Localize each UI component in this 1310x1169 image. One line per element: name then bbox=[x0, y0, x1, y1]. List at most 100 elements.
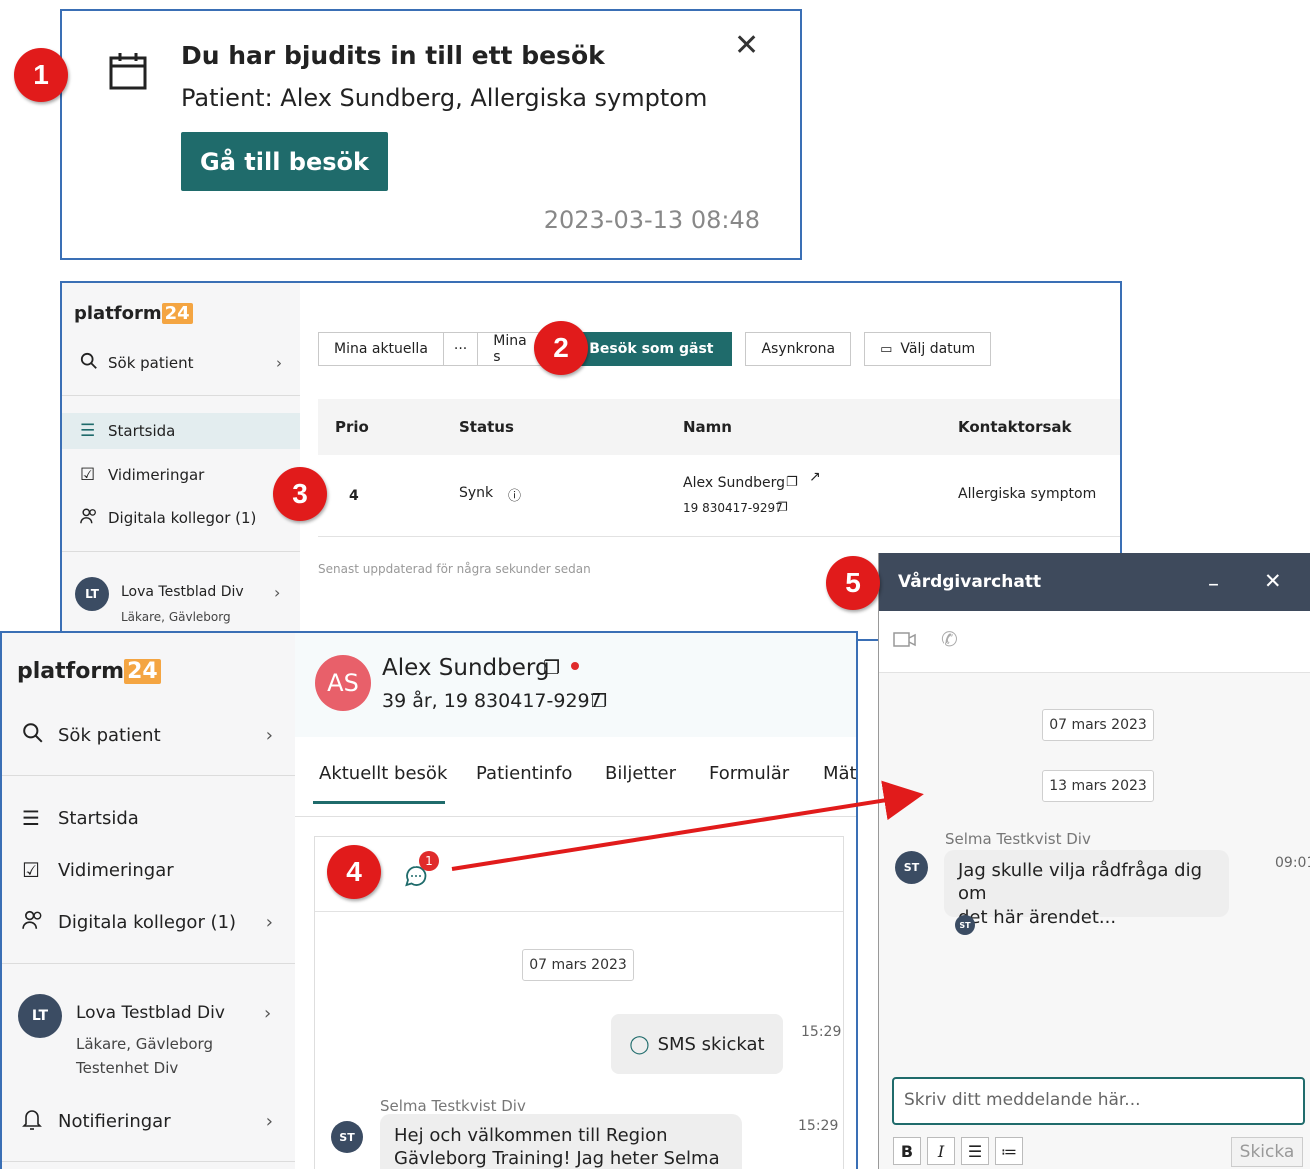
search-icon bbox=[80, 352, 108, 375]
bold-button[interactable]: B bbox=[893, 1137, 921, 1165]
tab-patientinfo[interactable]: Patientinfo bbox=[476, 763, 572, 784]
patient-details: 39 år, 19 830417-9297 bbox=[382, 690, 602, 712]
row-name[interactable]: Alex Sundberg bbox=[683, 475, 785, 491]
row-pnr: 19 830417-9297 bbox=[683, 501, 783, 515]
search-icon bbox=[22, 722, 58, 749]
sidebar-item-label: Startsida bbox=[108, 422, 176, 440]
sms-sent-notice: ◯ SMS skickat bbox=[611, 1014, 783, 1074]
message-time: 15:29 bbox=[801, 1024, 842, 1040]
search-patient-label: Sök patient bbox=[58, 724, 161, 746]
sms-sent-label: SMS skickat bbox=[657, 1033, 765, 1055]
message-time: 15:29 bbox=[798, 1118, 839, 1134]
numbered-list-icon[interactable]: ≔ bbox=[995, 1137, 1023, 1165]
column-header-namn[interactable]: Namn bbox=[683, 418, 732, 436]
patient-name: Alex Sundberg bbox=[382, 655, 550, 681]
message-line: det här ärendet... bbox=[958, 906, 1117, 928]
copy-icon[interactable]: ❐ bbox=[786, 475, 798, 490]
patient-avatar: AS bbox=[315, 655, 371, 711]
user-role: Läkare, Gävleborg bbox=[121, 610, 231, 624]
divider bbox=[2, 775, 295, 776]
colleagues-icon bbox=[22, 909, 58, 936]
filter-valj-datum[interactable]: ▭ Välj datum bbox=[864, 332, 992, 366]
column-header-prio[interactable]: Prio bbox=[335, 418, 369, 436]
status-dot bbox=[571, 662, 579, 670]
avatar: LT bbox=[18, 994, 62, 1038]
sidebar: platform 24 Sök patient › ☰ Startsida ☑ V… bbox=[62, 283, 300, 639]
send-button[interactable]: Skicka bbox=[1231, 1137, 1303, 1167]
chat-title: Vårdgivarchatt bbox=[898, 572, 1042, 592]
message-bubble: Hej och välkommen till Region Gävleborg … bbox=[380, 1114, 742, 1169]
message-input[interactable]: Skriv ditt meddelande här... bbox=[892, 1077, 1305, 1125]
filter-valj-datum-label: Välj datum bbox=[900, 341, 976, 357]
divider bbox=[62, 395, 300, 396]
external-link-icon[interactable]: ↗ bbox=[809, 469, 821, 485]
tab-formular[interactable]: Formulär bbox=[709, 763, 789, 784]
message-bubble: Jag skulle vilja rådfråga dig om det här… bbox=[944, 850, 1229, 928]
column-header-kontaktorsak[interactable]: Kontaktorsak bbox=[958, 418, 1072, 436]
divider bbox=[62, 551, 300, 552]
go-to-visit-button[interactable]: Gå till besök bbox=[181, 132, 388, 191]
sidebar-item-startsida[interactable]: ☰ Startsida bbox=[62, 413, 300, 449]
colleagues-icon bbox=[80, 507, 108, 530]
info-icon[interactable]: ⓘ bbox=[508, 485, 521, 504]
sidebar-item-startsida[interactable]: ☰ Startsida bbox=[2, 796, 295, 840]
date-separator: 13 mars 2023 bbox=[1042, 770, 1154, 802]
chevron-right-icon: › bbox=[265, 911, 273, 933]
close-icon[interactable]: ✕ bbox=[734, 31, 759, 61]
copy-icon[interactable]: ❐ bbox=[543, 657, 560, 679]
date-separator: 07 mars 2023 bbox=[1042, 709, 1154, 741]
chevron-right-icon: › bbox=[276, 354, 282, 372]
column-header-status[interactable]: Status bbox=[459, 418, 514, 436]
calendar-icon bbox=[108, 51, 148, 95]
user-unit: Testenhet Div bbox=[76, 1059, 179, 1077]
filter-asynkrona[interactable]: Asynkrona bbox=[745, 332, 852, 366]
last-updated-text: Senast uppdaterad för några sekunder sed… bbox=[318, 562, 591, 576]
avatar: ST bbox=[895, 851, 928, 884]
read-receipt-avatar: ST bbox=[955, 915, 975, 935]
chevron-right-icon[interactable]: › bbox=[264, 1003, 271, 1024]
filter-mina-aktuella[interactable]: Mina aktuella bbox=[318, 332, 444, 366]
minimize-icon[interactable]: – bbox=[1208, 574, 1219, 596]
copy-icon[interactable]: ❐ bbox=[777, 500, 788, 514]
tab-mat[interactable]: Mät bbox=[823, 763, 856, 784]
sidebar-item-vidimeringar[interactable]: ☑ Vidimeringar bbox=[62, 457, 300, 493]
visit-chat: 1 07 mars 2023 ◯ SMS skickat 15:29 Selma… bbox=[314, 836, 844, 1169]
search-patient-label: Sök patient bbox=[108, 354, 194, 372]
platform24-logo: platform 24 bbox=[17, 659, 161, 684]
step-badge-1: 1 bbox=[14, 48, 68, 102]
step-badge-2: 2 bbox=[534, 321, 588, 375]
phone-icon[interactable]: ✆ bbox=[941, 627, 958, 651]
chevron-right-icon: › bbox=[265, 1110, 273, 1132]
chat-toolbar: ✆ bbox=[879, 611, 1310, 673]
user-role: Läkare, Gävleborg bbox=[76, 1035, 213, 1053]
search-patient-link[interactable]: Sök patient › bbox=[62, 345, 300, 381]
patient-panel: platform 24 Sök patient › ☰ Startsida ☑ V… bbox=[0, 631, 858, 1169]
sidebar-item-vidimeringar[interactable]: ☑ Vidimeringar bbox=[2, 848, 295, 892]
italic-button[interactable]: I bbox=[927, 1137, 955, 1165]
row-reason: Allergiska symptom bbox=[958, 486, 1097, 502]
calendar-icon: ▭ bbox=[880, 341, 893, 357]
user-name[interactable]: Lova Testblad Div bbox=[121, 584, 244, 600]
tab-aktuellt-besok[interactable]: Aktuellt besök bbox=[319, 763, 447, 784]
chevron-right-icon: › bbox=[265, 724, 273, 746]
more-filters-button[interactable]: ··· bbox=[443, 332, 479, 366]
active-tab-indicator bbox=[313, 801, 445, 804]
sidebar: platform 24 Sök patient › ☰ Startsida ☑ V… bbox=[2, 633, 295, 1169]
close-icon[interactable]: ✕ bbox=[1264, 571, 1282, 592]
chevron-right-icon[interactable]: › bbox=[274, 583, 280, 602]
sidebar-item-digitala-kollegor[interactable]: Digitala kollegor (1) bbox=[62, 500, 300, 536]
bullet-list-icon[interactable]: ☰ bbox=[961, 1137, 989, 1165]
copy-icon[interactable]: ❐ bbox=[591, 691, 607, 712]
step-badge-5: 5 bbox=[826, 556, 880, 610]
video-call-icon[interactable] bbox=[893, 631, 917, 653]
user-name[interactable]: Lova Testblad Div bbox=[76, 1003, 225, 1023]
table-row[interactable]: 4 Synk ⓘ Alex Sundberg ❐ ↗ 19 830417-929… bbox=[318, 455, 1120, 537]
sidebar-item-notifieringar[interactable]: Notifieringar › bbox=[2, 1099, 295, 1143]
checkbox-icon: ☑ bbox=[22, 858, 40, 882]
tab-biljetter[interactable]: Biljetter bbox=[605, 763, 676, 784]
search-patient-link[interactable]: Sök patient › bbox=[2, 713, 295, 757]
sidebar-item-digitala-kollegor[interactable]: Digitala kollegor (1) › bbox=[2, 900, 295, 944]
notification-subtitle: Patient: Alex Sundberg, Allergiska sympt… bbox=[181, 84, 708, 112]
table-header: Prio Status Namn Kontaktorsak bbox=[318, 399, 1120, 455]
visit-filters: Mina aktuella ··· Mina s Besök som gäst … bbox=[318, 332, 992, 366]
